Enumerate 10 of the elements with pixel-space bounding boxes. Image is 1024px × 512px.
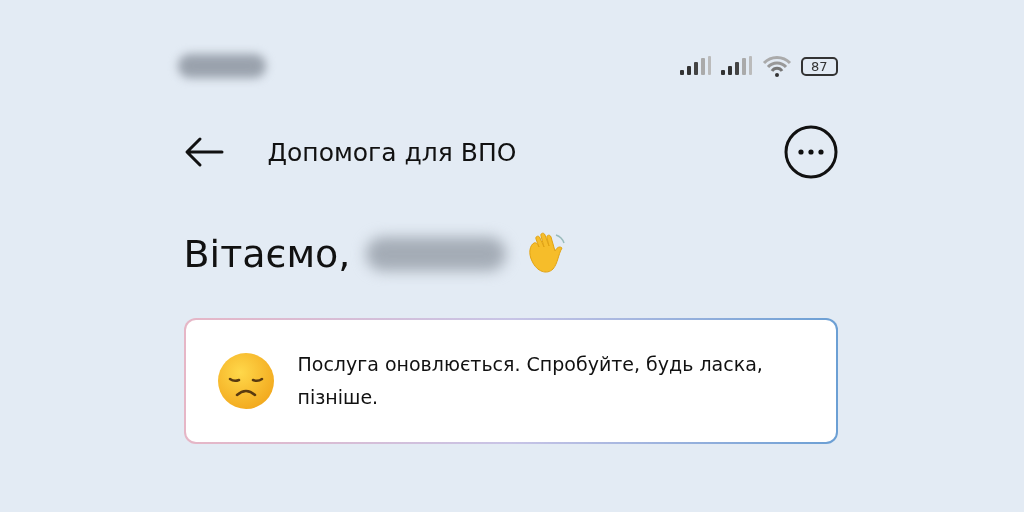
screen-title: Допомога для ВПО [267,137,518,167]
signal-icon [679,56,712,76]
greeting-text: Вітаємо, [183,232,351,276]
back-arrow-icon[interactable] [183,136,224,168]
wifi-icon [761,55,792,77]
battery-indicator: 87 [800,56,838,76]
more-options-icon[interactable] [783,125,838,179]
sad-face-icon [215,351,276,411]
notice-message: Послуга оновлюється. Спробуйте, будь ласка, пізніше. [297,352,764,410]
signal-icon [720,56,753,76]
